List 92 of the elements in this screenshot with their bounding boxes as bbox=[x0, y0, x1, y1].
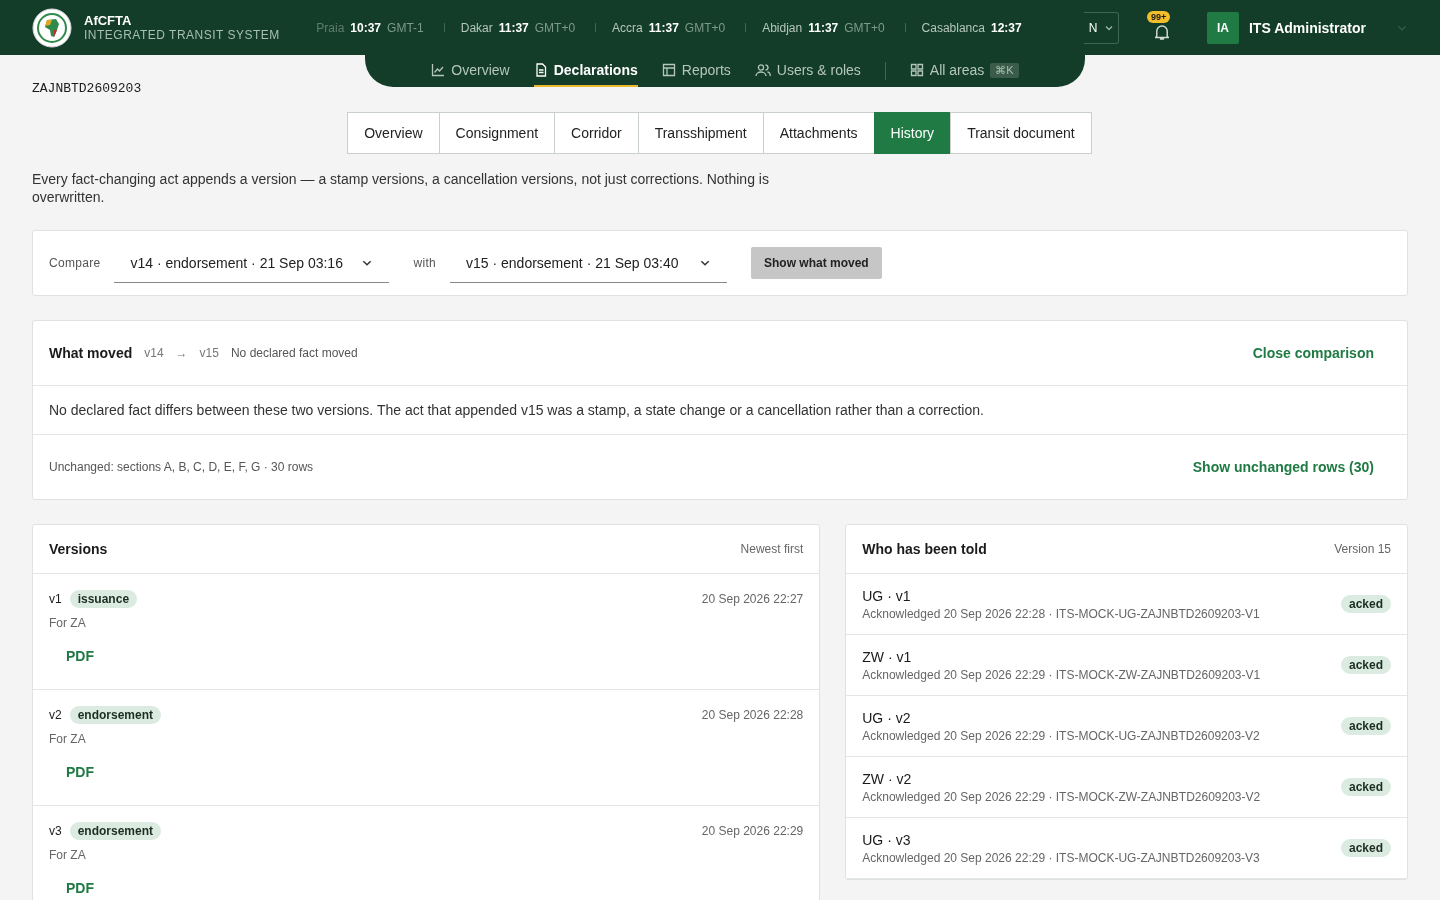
document-icon bbox=[533, 63, 548, 77]
version-number: v3 bbox=[49, 824, 62, 838]
clock-time: 12:37 bbox=[990, 20, 1022, 35]
status-tag: acked bbox=[1340, 839, 1391, 857]
tab[interactable]: Consignment bbox=[438, 112, 556, 154]
time-zone: GMT+0 bbox=[534, 20, 576, 35]
notifications-button[interactable]: 99+ bbox=[1145, 11, 1175, 44]
brand-subtitle: INTEGRATED TRANSIT SYSTEM bbox=[84, 27, 280, 43]
nav-tab[interactable]: Reports bbox=[661, 55, 731, 87]
arrow-text: → bbox=[175, 346, 188, 360]
version-type-tag: endorsement bbox=[69, 706, 162, 724]
nav-tab[interactable]: All areas ⌘K bbox=[909, 55, 1019, 87]
declaration-reference: ZAJNBTD2609203 bbox=[32, 81, 143, 96]
show-what-moved-button[interactable]: Show what moved bbox=[751, 247, 882, 279]
card-title: Versions bbox=[49, 541, 108, 557]
compare-label: Compare bbox=[49, 256, 101, 270]
version-select[interactable]: v15 · endorsement · 21 Sep 03:40 bbox=[450, 243, 727, 283]
city-label: Abidjan bbox=[762, 20, 803, 35]
acknowledgement-detail: Acknowledged 20 Sep 2026 22:28 · ITS-MOCK-UG-ZAJNBTD2609203-V1 bbox=[862, 606, 1260, 621]
clock-time: 11:37 bbox=[808, 20, 839, 35]
tab[interactable]: Transshipment bbox=[637, 112, 764, 154]
intro-text: Every fact-changing act appends a version — a stamp versions, a cancellation versions, not just corrections. Nothing is overwritten. bbox=[32, 170, 770, 206]
version-label: Version 15 bbox=[1334, 542, 1391, 556]
recipient-title: UG · v2 bbox=[862, 709, 912, 726]
version-type-tag: endorsement bbox=[69, 822, 162, 840]
time-zone: GMT+0 bbox=[684, 20, 726, 35]
tab[interactable]: History bbox=[873, 112, 952, 154]
language-dropdown[interactable]: N bbox=[1084, 11, 1119, 44]
version-time: 20 Sep 2026 22:28 bbox=[701, 708, 804, 722]
unchanged-summary: Unchanged: sections A, B, C, D, E, F, G · 30 rows bbox=[49, 460, 314, 474]
status-tag: acked bbox=[1340, 717, 1391, 735]
pdf-link[interactable]: PDF bbox=[66, 764, 94, 780]
time-zone: GMT+0 bbox=[844, 20, 885, 35]
time-zone: GMT-1 bbox=[387, 20, 424, 35]
tab[interactable]: Attachments bbox=[762, 112, 875, 154]
version-time: 20 Sep 2026 22:27 bbox=[701, 592, 804, 606]
pdf-link[interactable]: PDF bbox=[66, 648, 94, 664]
version-party: For ZA bbox=[49, 616, 87, 630]
users-icon bbox=[754, 63, 771, 77]
line-chart-icon bbox=[431, 63, 446, 77]
recipient-title: ZW · v1 bbox=[862, 648, 913, 665]
version-to: v15 bbox=[199, 346, 219, 360]
bell-icon bbox=[1155, 25, 1169, 40]
acknowledgement-detail: Acknowledged 20 Sep 2026 22:29 · ITS-MOCK-ZW-ZAJNBTD2609203-V1 bbox=[862, 667, 1261, 682]
close-comparison-link[interactable]: Close comparison bbox=[1252, 345, 1374, 361]
status-tag: acked bbox=[1340, 656, 1391, 674]
recipient-title: ZW · v2 bbox=[862, 770, 913, 787]
brand-name: AfCFTA bbox=[84, 12, 133, 28]
nav-tab[interactable]: Declarations bbox=[533, 55, 638, 87]
status-tag: acked bbox=[1340, 595, 1391, 613]
clock-time: 11:37 bbox=[498, 20, 529, 35]
version-number: v2 bbox=[49, 708, 62, 722]
nav-tab[interactable]: Users & roles bbox=[754, 55, 861, 87]
version-party: For ZA bbox=[49, 848, 87, 862]
nav-tab[interactable]: Overview bbox=[431, 55, 510, 87]
user-menu[interactable]: IA ITS Administrator bbox=[1207, 11, 1408, 44]
status-tag: acked bbox=[1340, 778, 1391, 796]
acknowledgement-detail: Acknowledged 20 Sep 2026 22:29 · ITS-MOCK-ZW-ZAJNBTD2609203-V2 bbox=[862, 789, 1261, 804]
summary-text: No declared fact moved bbox=[230, 346, 358, 360]
city-label: Praia bbox=[316, 20, 345, 35]
table-icon bbox=[661, 63, 676, 77]
recipient-title: UG · v3 bbox=[862, 831, 912, 848]
card-title: Who has been told bbox=[862, 541, 987, 557]
notification-badge: 99+ bbox=[1147, 11, 1171, 23]
show-unchanged-link[interactable]: Show unchanged rows (30) bbox=[1192, 459, 1374, 475]
acknowledgement-detail: Acknowledged 20 Sep 2026 22:29 · ITS-MOCK-UG-ZAJNBTD2609203-V3 bbox=[862, 850, 1260, 865]
acknowledgement-detail: Acknowledged 20 Sep 2026 22:29 · ITS-MOCK-UG-ZAJNBTD2609203-V2 bbox=[862, 728, 1260, 743]
sort-label: Newest first bbox=[740, 542, 804, 556]
tab[interactable]: Corridor bbox=[554, 112, 639, 154]
comparison-message: No declared fact differs between these two versions. The act that appended v15 was a stamp, a state change or a cancellation rather than a correction. bbox=[33, 386, 1407, 435]
version-type-tag: issuance bbox=[69, 590, 138, 608]
clock-time: 10:37 bbox=[350, 20, 382, 35]
version-time: 20 Sep 2026 22:29 bbox=[701, 824, 804, 838]
clock-time: 11:37 bbox=[648, 20, 679, 35]
with-label: with bbox=[413, 256, 436, 270]
recipient-title: UG · v1 bbox=[862, 587, 912, 604]
shortcut-badge: ⌘K bbox=[990, 62, 1019, 78]
pdf-link[interactable]: PDF bbox=[66, 880, 94, 896]
user-avatar: IA bbox=[1207, 11, 1239, 44]
city-label: Accra bbox=[612, 20, 643, 35]
version-select[interactable]: v14 · endorsement · 21 Sep 03:16 bbox=[114, 243, 390, 283]
user-name: ITS Administrator bbox=[1249, 19, 1367, 36]
version-number: v1 bbox=[49, 592, 62, 606]
version-from: v14 bbox=[144, 346, 164, 360]
version-party: For ZA bbox=[49, 732, 87, 746]
tab[interactable]: Transit document bbox=[950, 112, 1092, 154]
city-label: Dakar bbox=[460, 20, 493, 35]
tab[interactable]: Overview bbox=[347, 112, 440, 154]
card-title: What moved bbox=[49, 345, 133, 361]
logo-icon bbox=[32, 7, 72, 48]
grid-icon bbox=[909, 63, 924, 77]
city-label: Casablanca bbox=[921, 20, 985, 35]
